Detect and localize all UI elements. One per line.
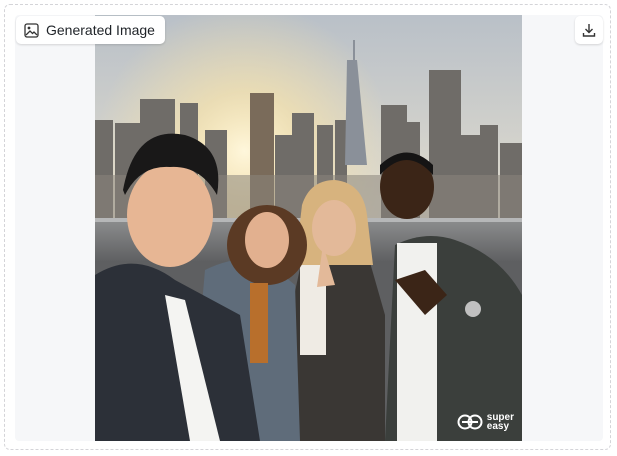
generated-image: super easy [95,15,522,441]
watermark-line2: easy [486,421,510,432]
watermark-logo-icon [457,414,483,430]
image-type-label: Generated Image [16,16,165,44]
download-button[interactable] [575,16,603,44]
image-type-label-text: Generated Image [46,22,155,38]
image-icon [24,22,39,38]
watermark: super easy [457,413,514,432]
download-icon [582,24,596,37]
